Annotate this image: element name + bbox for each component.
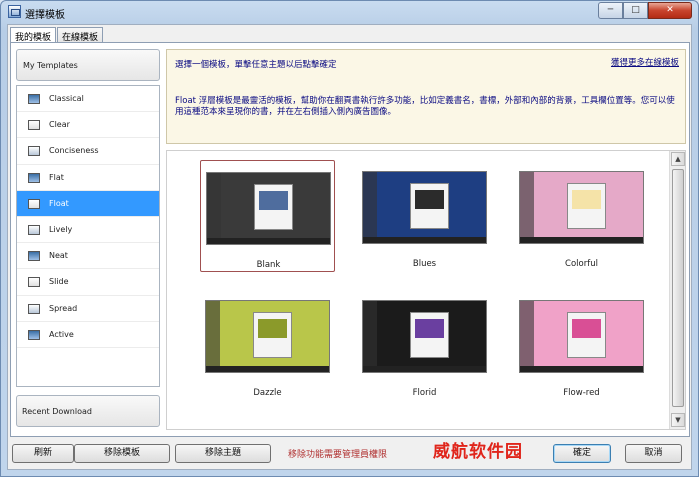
- template-list-item-label: Spread: [49, 303, 78, 313]
- thumbnail-book: [566, 183, 607, 229]
- cancel-button[interactable]: 取消: [625, 444, 682, 463]
- template-description: Float 浮層模板是最靈活的模板，幫助你在翻頁書執行許多功能，比如定義書名，書…: [175, 96, 675, 117]
- theme-thumbnail: [362, 171, 487, 244]
- thumbnail-book: [252, 312, 293, 358]
- theme-tile[interactable]: Blues: [357, 160, 492, 272]
- theme-tile-label: Flow-red: [563, 388, 600, 398]
- template-list-item-label: Lively: [49, 224, 73, 234]
- theme-thumbnail: [205, 300, 330, 373]
- template-flat-icon: [28, 172, 40, 183]
- template-float-icon: [28, 198, 40, 209]
- template-list-item[interactable]: Neat: [17, 243, 159, 270]
- theme-thumbnail: [519, 300, 644, 373]
- template-neat-icon: [28, 251, 40, 262]
- thumbnail-book: [253, 184, 294, 230]
- theme-tile-label: Florid: [412, 388, 437, 398]
- bottom-button-bar: 刷新 移除模板 移除主題 移除功能需要管理員權限 威航软件园 確定 取消: [8, 437, 693, 471]
- template-spread-icon: [28, 303, 40, 314]
- template-list-item[interactable]: Lively: [17, 217, 159, 244]
- template-list-item-label: Neat: [49, 251, 68, 261]
- thumbnail-toolbar: [363, 366, 486, 372]
- template-list-item[interactable]: Float: [17, 190, 159, 217]
- admin-permission-warning: 移除功能需要管理員權限: [288, 450, 388, 460]
- tab-panel: My Templates Classical Clear Conciseness Fl…: [10, 42, 690, 437]
- thumbnail-toolbar: [520, 366, 643, 372]
- template-list-item[interactable]: Flat: [17, 165, 159, 191]
- thumbnail-book: [409, 183, 450, 229]
- template-list-item[interactable]: Classical: [17, 86, 159, 113]
- watermark-text: 威航软件园: [433, 442, 523, 462]
- thumbnail-sidebar: [207, 173, 221, 244]
- scroll-thumb[interactable]: [672, 169, 684, 407]
- template-list-item-label: Active: [49, 329, 74, 339]
- scroll-up-arrow-icon[interactable]: ▲: [671, 152, 685, 166]
- thumbnail-book: [566, 312, 607, 358]
- theme-tile-label: Blues: [412, 259, 437, 269]
- template-list-item[interactable]: Clear: [17, 112, 159, 139]
- template-slide-icon: [28, 277, 40, 288]
- recent-download-header[interactable]: Recent Download: [16, 395, 160, 427]
- thumbnail-sidebar: [520, 172, 534, 243]
- dialog-client-area: 我的模板 在線模板 My Templates Classical Clear Con…: [7, 24, 692, 470]
- ok-button[interactable]: 確定: [553, 444, 611, 463]
- template-list-item-label: Clear: [49, 120, 70, 130]
- template-conciseness-icon: [28, 146, 40, 157]
- template-list-item-label: Slide: [49, 277, 69, 287]
- template-sidebar: My Templates Classical Clear Conciseness Fl…: [16, 49, 160, 429]
- more-online-templates-link[interactable]: 獲得更多在線模板: [611, 56, 679, 68]
- theme-thumbnail: [519, 171, 644, 244]
- instruction-text: 選擇一個模板，單擊任意主題以后點擊確定: [175, 60, 337, 70]
- thumbnail-toolbar: [206, 366, 329, 372]
- minimize-button[interactable]: ─: [598, 2, 623, 19]
- theme-tile[interactable]: Colorful: [514, 160, 649, 272]
- template-active-icon: [28, 329, 40, 340]
- thumbnail-toolbar: [363, 237, 486, 243]
- theme-tile[interactable]: Blank: [200, 160, 335, 272]
- template-list-item[interactable]: Conciseness: [17, 138, 159, 165]
- theme-thumbnail: [362, 300, 487, 373]
- app-icon: [8, 5, 21, 18]
- theme-tile-label: Colorful: [565, 259, 598, 269]
- thumbnail-sidebar: [363, 301, 377, 372]
- gallery-scrollbar[interactable]: ▲ ▼: [669, 151, 685, 429]
- title-bar[interactable]: 選擇模板 ─ □ ✕: [1, 1, 698, 23]
- scroll-down-arrow-icon[interactable]: ▼: [671, 413, 685, 427]
- thumbnail-sidebar: [206, 301, 220, 372]
- close-button[interactable]: ✕: [648, 2, 692, 19]
- thumbnail-book: [409, 312, 450, 358]
- template-list-item[interactable]: Slide: [17, 269, 159, 296]
- thumbnail-sidebar: [520, 301, 534, 372]
- theme-tile[interactable]: Dazzle: [200, 289, 335, 401]
- template-clear-icon: [28, 120, 40, 131]
- theme-thumbnail: [206, 172, 331, 245]
- refresh-button[interactable]: 刷新: [12, 444, 74, 463]
- theme-tile-label: Blank: [256, 260, 281, 270]
- maximize-button[interactable]: □: [623, 2, 648, 19]
- template-list-item-label: Flat: [49, 172, 64, 182]
- theme-tile[interactable]: Florid: [357, 289, 492, 401]
- thumbnail-sidebar: [363, 172, 377, 243]
- template-list-item-label: Float: [49, 198, 69, 208]
- template-list-item-label: Classical: [49, 94, 84, 103]
- window-controls: ─ □ ✕: [598, 2, 692, 19]
- window-title: 選擇模板: [25, 10, 65, 21]
- template-list-item[interactable]: Active: [17, 322, 159, 348]
- template-list: Classical Clear Conciseness Flat Float Lively…: [16, 85, 160, 387]
- template-list-item[interactable]: Spread: [17, 296, 159, 322]
- tab-online-templates[interactable]: 在線模板: [57, 27, 104, 43]
- template-lively-icon: [28, 224, 40, 235]
- theme-tile-label: Dazzle: [253, 388, 282, 398]
- thumbnail-toolbar: [520, 237, 643, 243]
- theme-gallery: Blank Blues Colorful Dazzle Florid Flow-red ▲…: [166, 150, 686, 430]
- info-box: 選擇一個模板，單擊任意主題以后點擊確定 獲得更多在線模板 Float 浮層模板是…: [166, 49, 686, 144]
- remove-theme-button[interactable]: 移除主題: [175, 444, 271, 463]
- thumbnail-toolbar: [207, 238, 330, 244]
- theme-tile[interactable]: Flow-red: [514, 289, 649, 401]
- my-templates-header[interactable]: My Templates: [16, 49, 160, 81]
- tab-strip: 我的模板 在線模板: [10, 27, 104, 44]
- template-list-item-label: Conciseness: [49, 146, 99, 156]
- remove-template-button[interactable]: 移除模板: [74, 444, 170, 463]
- template-classical-icon: [28, 94, 40, 104]
- dialog-window: 選擇模板 ─ □ ✕ 我的模板 在線模板 My Templates Classi…: [0, 0, 699, 477]
